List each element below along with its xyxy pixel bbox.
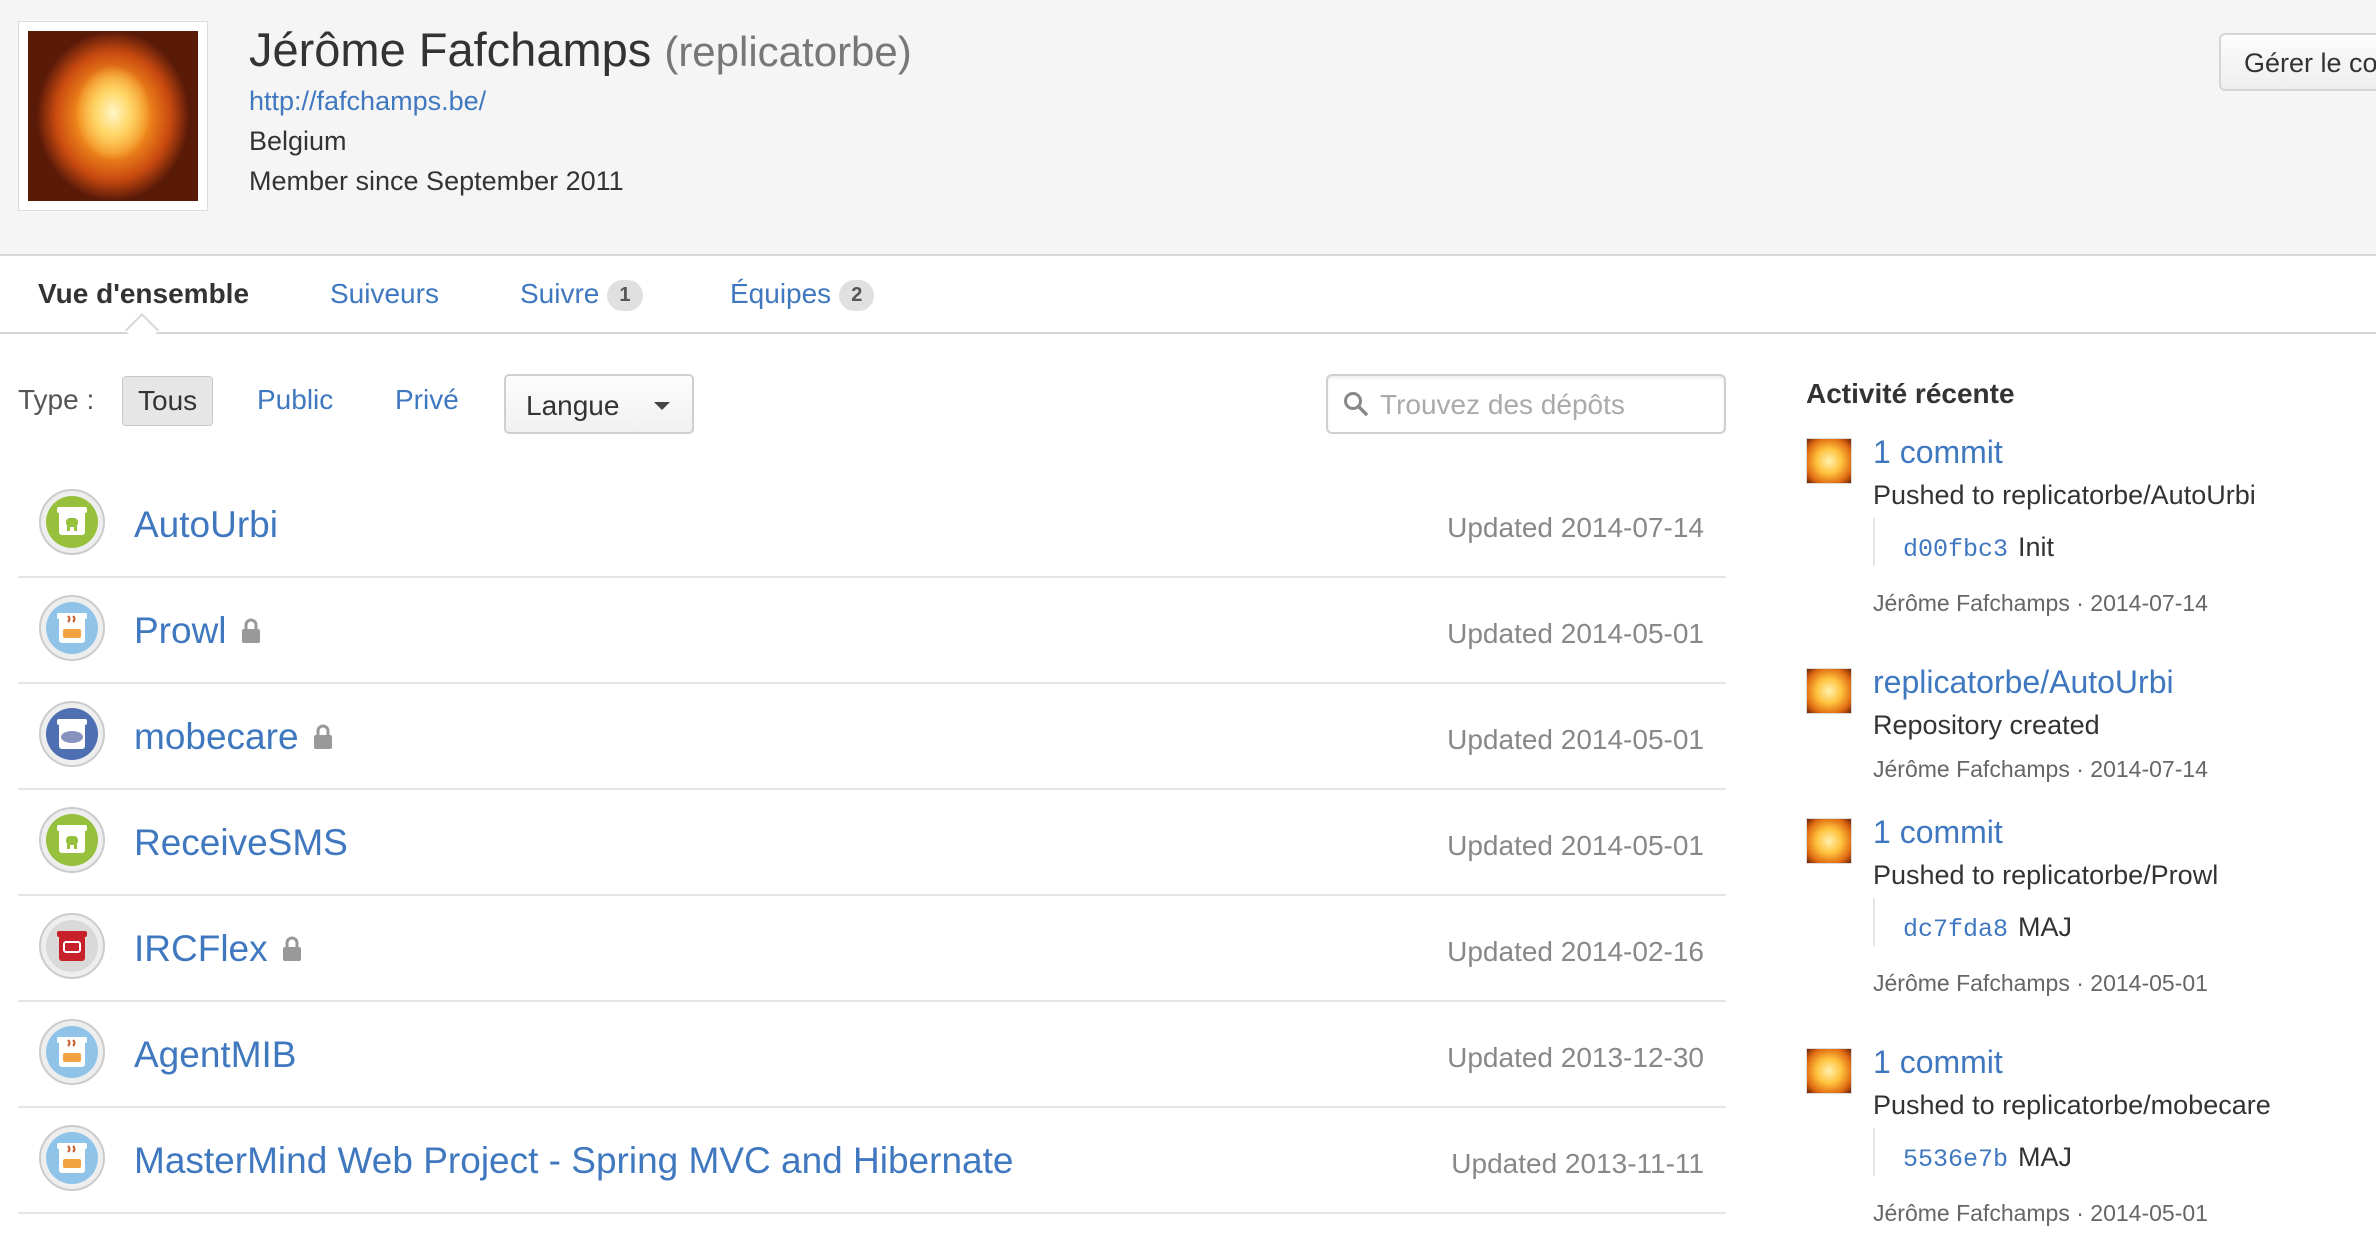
profile-avatar[interactable]	[18, 21, 208, 211]
repo-name-link[interactable]: ReceiveSMS	[134, 822, 348, 864]
tab-followers[interactable]: Suiveurs	[330, 278, 439, 310]
repo-name: mobecare	[134, 716, 299, 757]
recent-activity-title: Activité récente	[1806, 378, 2015, 409]
filter-public-button[interactable]: Public	[242, 376, 348, 424]
tab-label: Suiveurs	[330, 278, 439, 309]
commit-message: MAJ	[2018, 1142, 2073, 1172]
repo-updated-date: Updated 2013-11-11	[1451, 1148, 1704, 1179]
commit-message: Init	[2018, 532, 2055, 562]
tab-label: Vue d'ensemble	[38, 278, 250, 309]
manage-account-button[interactable]: Gérer le compte	[2219, 33, 2376, 91]
following-count-badge: 1	[607, 280, 643, 311]
profile-tabs: Vue d'ensemble Suiveurs Suivre 1 Équipes 2	[0, 256, 2376, 334]
repo-list-item: AgentMIB Updated 2013-12-30	[18, 1002, 1726, 1108]
language-dropdown[interactable]: Langue	[504, 374, 694, 434]
lock-icon	[282, 936, 301, 961]
repo-list-item: IRCFlex Updated 2014-02-16	[18, 896, 1726, 1002]
repo-name-link[interactable]: Prowl	[134, 610, 261, 652]
repo-name: AgentMIB	[134, 1034, 297, 1075]
activity-meta: Jérôme Fafchamps · 2014-07-14	[1873, 590, 2208, 616]
tab-overview[interactable]: Vue d'ensemble	[38, 278, 249, 310]
activity-title-link[interactable]: 1 commit	[1873, 814, 2003, 851]
filter-all-button[interactable]: Tous	[122, 376, 214, 426]
tab-teams[interactable]: Équipes 2	[730, 278, 875, 311]
java-icon	[39, 595, 105, 661]
actor-avatar[interactable]	[1806, 1048, 1852, 1094]
repo-list-item: AutoUrbi Updated 2014-07-14	[18, 472, 1726, 578]
tab-label: Suivre	[520, 278, 600, 309]
teams-count-badge: 2	[839, 280, 875, 311]
activity-title-link[interactable]: replicatorbe/AutoUrbi	[1873, 664, 2174, 701]
repo-search-box[interactable]	[1326, 374, 1726, 434]
php-icon	[39, 701, 105, 767]
actor-avatar[interactable]	[1806, 438, 1852, 484]
activity-meta: Jérôme Fafchamps · 2014-05-01	[1873, 1200, 2208, 1226]
repo-name: AutoUrbi	[134, 504, 278, 545]
tab-following[interactable]: Suivre 1	[520, 278, 643, 311]
repo-updated-date: Updated 2014-02-16	[1447, 936, 1704, 967]
profile-member-since: Member since September 2011	[249, 166, 624, 196]
type-filter-label: Type :	[18, 384, 95, 415]
profile-location: Belgium	[249, 126, 347, 156]
lock-icon	[241, 618, 260, 643]
activity-title-link[interactable]: 1 commit	[1873, 434, 2003, 471]
java-icon	[39, 1019, 105, 1085]
commit-entry: 5536e7b MAJ	[1873, 1128, 2072, 1176]
profile-website-link[interactable]: http://fafchamps.be/	[249, 86, 486, 117]
activity-description: Pushed to replicatorbe/AutoUrbi	[1873, 480, 2256, 510]
android-icon	[39, 489, 105, 555]
activity-meta: Jérôme Fafchamps · 2014-05-01	[1873, 970, 2208, 996]
commit-sha-link[interactable]: 5536e7b	[1903, 1145, 2008, 1174]
commit-sha-link[interactable]: d00fbc3	[1903, 535, 2008, 564]
repo-updated-date: Updated 2014-05-01	[1447, 830, 1704, 861]
activity-title-link[interactable]: 1 commit	[1873, 1044, 2003, 1081]
repo-name: Prowl	[134, 610, 227, 651]
language-dropdown-label: Langue	[526, 390, 620, 421]
activity-meta: Jérôme Fafchamps · 2014-07-14	[1873, 756, 2208, 782]
actor-avatar[interactable]	[1806, 818, 1852, 864]
username: (replicatorbe)	[664, 28, 912, 75]
actionscript-icon	[39, 913, 105, 979]
profile-header: Jérôme Fafchamps (replicatorbe) http://f…	[0, 0, 2376, 256]
activity-description: Repository created	[1873, 710, 2100, 740]
commit-sha-link[interactable]: dc7fda8	[1903, 915, 2008, 944]
activity-description: Pushed to replicatorbe/Prowl	[1873, 860, 2219, 890]
repo-updated-date: Updated 2014-05-01	[1447, 618, 1704, 649]
tab-label: Équipes	[730, 278, 832, 309]
repo-name: IRCFlex	[134, 928, 268, 969]
repo-name-link[interactable]: IRCFlex	[134, 928, 302, 970]
actor-avatar[interactable]	[1806, 668, 1852, 714]
repo-list-item: mobecare Updated 2014-05-01	[18, 684, 1726, 790]
caret-down-icon	[654, 402, 670, 410]
repo-updated-date: Updated 2014-07-14	[1447, 512, 1704, 543]
repo-updated-date: Updated 2013-12-30	[1447, 1042, 1704, 1073]
repo-name: ReceiveSMS	[134, 822, 348, 863]
repo-list-item: Prowl Updated 2014-05-01	[18, 578, 1726, 684]
repo-updated-date: Updated 2014-05-01	[1447, 724, 1704, 755]
repo-name-link[interactable]: MasterMind Web Project - Spring MVC and …	[134, 1140, 1013, 1182]
commit-entry: dc7fda8 MAJ	[1873, 898, 2072, 946]
repo-name-link[interactable]: mobecare	[134, 716, 333, 758]
repo-list-item: ReceiveSMS Updated 2014-05-01	[18, 790, 1726, 896]
lock-icon	[313, 724, 332, 749]
repo-list-item: MasterMind Web Project - Spring MVC and …	[18, 1108, 1726, 1214]
commit-entry: d00fbc3 Init	[1873, 518, 2054, 566]
activity-description: Pushed to replicatorbe/mobecare	[1873, 1090, 2271, 1120]
profile-name: Jérôme Fafchamps (replicatorbe)	[249, 22, 912, 77]
search-icon	[1344, 392, 1368, 416]
repo-name-link[interactable]: AgentMIB	[134, 1034, 296, 1076]
lion-avatar-image	[28, 31, 198, 201]
repo-search-input[interactable]	[1378, 384, 1712, 426]
repo-list: AutoUrbi Updated 2014-07-14 Prowl Updated 2…	[18, 472, 1726, 1214]
repo-name-link[interactable]: AutoUrbi	[134, 504, 278, 546]
full-name: Jérôme Fafchamps	[249, 23, 652, 76]
repo-name: MasterMind Web Project - Spring MVC and …	[134, 1140, 1014, 1181]
java-icon	[39, 1125, 105, 1191]
commit-message: MAJ	[2018, 912, 2073, 942]
filter-private-button[interactable]: Privé	[380, 376, 474, 424]
android-icon	[39, 807, 105, 873]
